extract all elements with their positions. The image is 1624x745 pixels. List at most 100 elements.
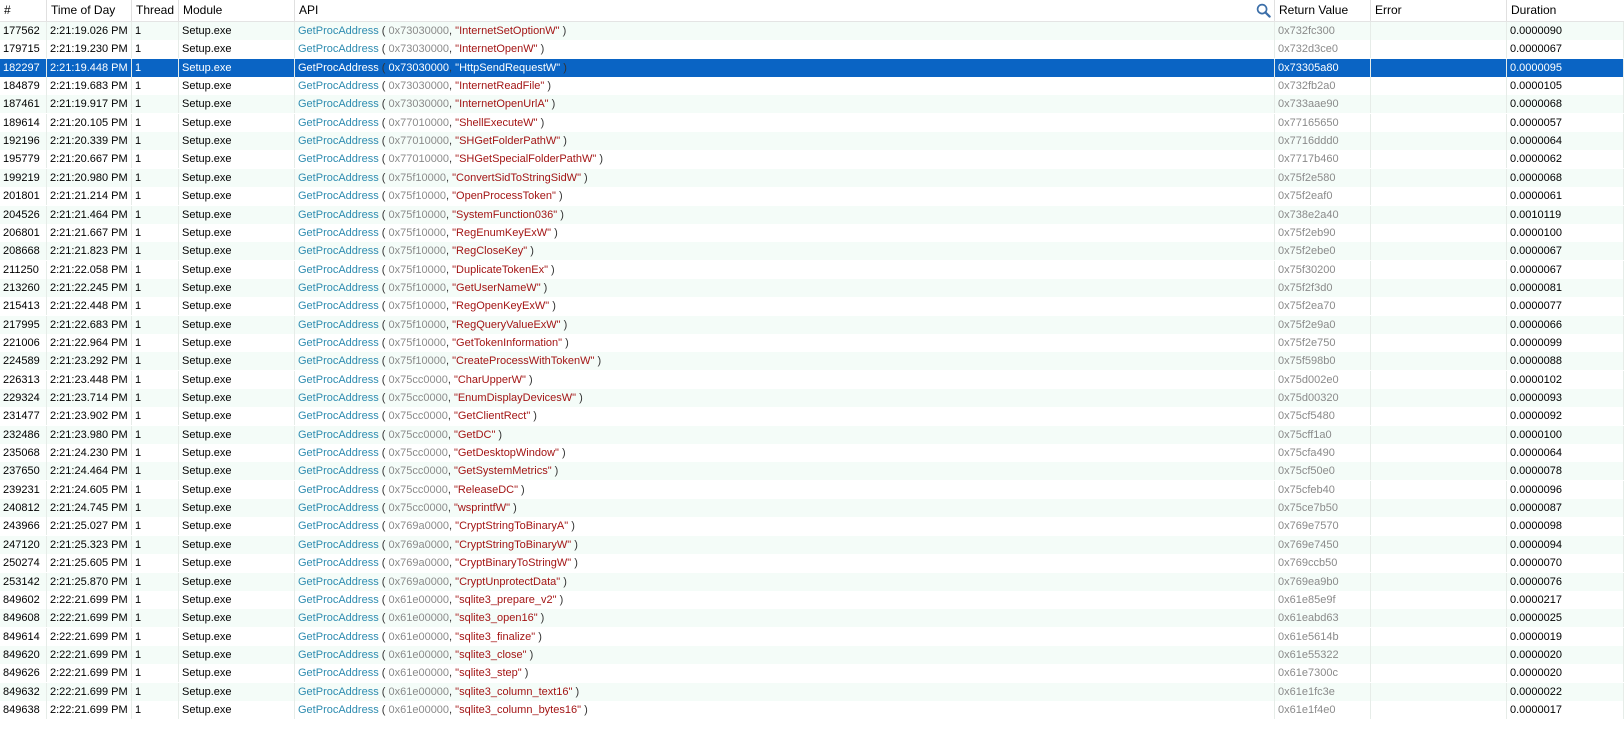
api-module-address: 0x75f10000 [388,300,446,313]
table-row[interactable]: 237650 2:21:24.464 PM 1 Setup.exe GetProcAdd… [0,462,1624,481]
table-row[interactable]: 250274 2:21:25.605 PM 1 Setup.exe GetProcAdd… [0,554,1624,573]
table-row[interactable]: 189614 2:21:20.105 PM 1 Setup.exe GetProcAdd… [0,113,1624,132]
column-header-num[interactable]: # [0,0,47,21]
cell-num: 229324 [0,389,47,407]
cell-thread-text: 1 [135,171,142,184]
table-row[interactable]: 201801 2:21:21.214 PM 1 Setup.exe GetProcAdd… [0,187,1624,206]
cell-num-text: 177562 [3,25,40,37]
cell-time: 2:21:21.214 PM [47,187,132,206]
table-row[interactable]: 224589 2:21:23.292 PM 1 Setup.exe GetProcAdd… [0,352,1624,371]
table-row[interactable]: 849602 2:22:21.699 PM 1 Setup.exe GetProcAdd… [0,590,1624,609]
cell-module-text: Setup.exe [182,373,232,386]
table-row[interactable]: 184879 2:21:19.683 PM 1 Setup.exe GetProcAdd… [0,77,1624,96]
table-row[interactable]: 204526 2:21:21.464 PM 1 Setup.exe GetProcAdd… [0,205,1624,224]
column-header-time[interactable]: Time of Day [47,0,132,21]
cell-thread: 1 [132,113,179,132]
table-row[interactable]: 849632 2:22:21.699 PM 1 Setup.exe GetProcAdd… [0,682,1624,701]
cell-duration-text: 0.0000066 [1510,318,1562,331]
api-function: GetProcAddress [298,135,379,148]
cell-module-text: Setup.exe [182,520,232,533]
table-row[interactable]: 849620 2:22:21.699 PM 1 Setup.exe GetProcAdd… [0,645,1624,664]
cell-return-value: 0x61e1f4e0 [1275,700,1371,719]
cell-num: 195779 [0,150,47,169]
api-module-address: 0x769a0000 [388,575,450,588]
column-header-thread[interactable]: Thread [132,0,179,21]
table-row[interactable]: 217995 2:21:22.683 PM 1 Setup.exe GetProcAdd… [0,315,1624,334]
cell-return-value-text: 0x75ce7b50 [1278,502,1338,515]
table-row[interactable]: 177562 2:21:19.026 PM 1 Setup.exe GetProcAdd… [0,22,1624,40]
table-row[interactable]: 199219 2:21:20.980 PM 1 Setup.exe GetProcAdd… [0,168,1624,187]
column-header-duration[interactable]: Duration [1507,0,1624,21]
table-row[interactable]: 206801 2:21:21.667 PM 1 Setup.exe GetProcAdd… [0,223,1624,242]
cell-return-value-text: 0x75f2e750 [1278,336,1336,349]
table-row[interactable]: 179715 2:21:19.230 PM 1 Setup.exe GetProcAdd… [0,40,1624,59]
cell-time-text: 2:21:20.105 PM [50,116,128,129]
column-header-return-value[interactable]: Return Value [1275,0,1371,21]
cell-num: 849626 [0,664,47,683]
cell-module-text: Setup.exe [182,630,232,643]
cell-num-text: 195779 [3,153,40,166]
table-row[interactable]: 239231 2:21:24.605 PM 1 Setup.exe GetProcAdd… [0,480,1624,499]
cell-module-text: Setup.exe [182,208,232,221]
table-row[interactable]: 195779 2:21:20.667 PM 1 Setup.exe GetProcAdd… [0,150,1624,169]
table-row[interactable]: 213260 2:21:22.245 PM 1 Setup.exe GetProcAdd… [0,278,1624,297]
table-row[interactable]: 849626 2:22:21.699 PM 1 Setup.exe GetProcAdd… [0,664,1624,683]
table-row[interactable]: 215413 2:21:22.448 PM 1 Setup.exe GetProcAdd… [0,297,1624,316]
cell-duration: 0.0000022 [1507,682,1624,701]
cell-api: GetProcAddress ( 0x75cc0000, "GetDC" ) [295,425,1275,444]
table-row[interactable]: 182297 2:21:19.448 PM 1 Setup.exe GetProcAdd… [0,58,1624,77]
api-call-grid[interactable]: # Time of Day Thread Module API Return V… [0,0,1624,745]
table-row[interactable]: 849638 2:22:21.699 PM 1 Setup.exe GetProcAdd… [0,700,1624,719]
table-row[interactable]: 849614 2:22:21.699 PM 1 Setup.exe GetProcAdd… [0,627,1624,646]
table-row[interactable]: 229324 2:21:23.714 PM 1 Setup.exe GetProcAdd… [0,389,1624,407]
cell-time-text: 2:21:22.964 PM [50,336,128,349]
column-header-error[interactable]: Error [1371,0,1507,21]
api-proc-name: "ReleaseDC" [453,483,518,496]
cell-duration: 0.0000061 [1507,187,1624,206]
table-row[interactable]: 849608 2:22:21.699 PM 1 Setup.exe GetProcAdd… [0,609,1624,628]
cell-duration-text: 0.0000098 [1510,520,1562,533]
table-row[interactable]: 243966 2:21:25.027 PM 1 Setup.exe GetProcAdd… [0,517,1624,536]
cell-duration: 0.0000102 [1507,370,1624,389]
cell-num: 849602 [0,590,47,609]
cell-module: Setup.exe [179,444,295,463]
table-row[interactable]: 192196 2:21:20.339 PM 1 Setup.exe GetProcAdd… [0,132,1624,151]
cell-error [1371,352,1507,371]
table-row[interactable]: 232486 2:21:23.980 PM 1 Setup.exe GetProcAdd… [0,425,1624,444]
table-row[interactable]: 253142 2:21:25.870 PM 1 Setup.exe GetProcAdd… [0,572,1624,591]
table-row[interactable]: 187461 2:21:19.917 PM 1 Setup.exe GetProcAdd… [0,95,1624,114]
cell-thread: 1 [132,517,179,536]
cell-return-value: 0x7717b460 [1275,150,1371,169]
cell-num: 199219 [0,168,47,187]
cell-duration-text: 0.0000077 [1510,300,1562,313]
api-proc-name: "CryptUnprotectData" [455,575,561,588]
cell-duration: 0.0000098 [1507,517,1624,536]
table-row[interactable]: 240812 2:21:24.745 PM 1 Setup.exe GetProcAdd… [0,499,1624,518]
table-row[interactable]: 211250 2:21:22.058 PM 1 Setup.exe GetProcAdd… [0,260,1624,279]
cell-num: 232486 [0,425,47,444]
column-header-module[interactable]: Module [179,0,295,21]
cell-num-text: 240812 [3,502,40,515]
table-row[interactable]: 221006 2:21:22.964 PM 1 Setup.exe GetProcAdd… [0,333,1624,352]
table-row[interactable]: 208668 2:21:21.823 PM 1 Setup.exe GetProcAdd… [0,242,1624,261]
column-header-api[interactable]: API [295,0,1275,21]
api-proc-name: "RegEnumKeyExW" [452,226,552,239]
search-icon[interactable] [1256,3,1271,18]
cell-return-value: 0x61eabd63 [1275,609,1371,628]
table-row[interactable]: 226313 2:21:23.448 PM 1 Setup.exe GetProcAdd… [0,370,1624,389]
cell-module-text: Setup.exe [182,116,232,129]
cell-module: Setup.exe [179,572,295,591]
api-function: GetProcAddress [298,355,379,368]
cell-module-text: Setup.exe [182,593,232,606]
table-row[interactable]: 247120 2:21:25.323 PM 1 Setup.exe GetProcAdd… [0,535,1624,554]
cell-error [1371,499,1507,518]
table-row[interactable]: 235068 2:21:24.230 PM 1 Setup.exe GetProcAdd… [0,444,1624,463]
api-function: GetProcAddress [298,447,379,460]
table-row[interactable]: 231477 2:21:23.902 PM 1 Setup.exe GetProcAdd… [0,407,1624,426]
cell-duration: 0.0000070 [1507,554,1624,573]
cell-thread-text: 1 [135,300,142,313]
cell-thread-text: 1 [135,355,142,368]
api-function: GetProcAddress [298,612,379,625]
cell-thread-text: 1 [135,263,142,276]
cell-module: Setup.exe [179,40,295,59]
